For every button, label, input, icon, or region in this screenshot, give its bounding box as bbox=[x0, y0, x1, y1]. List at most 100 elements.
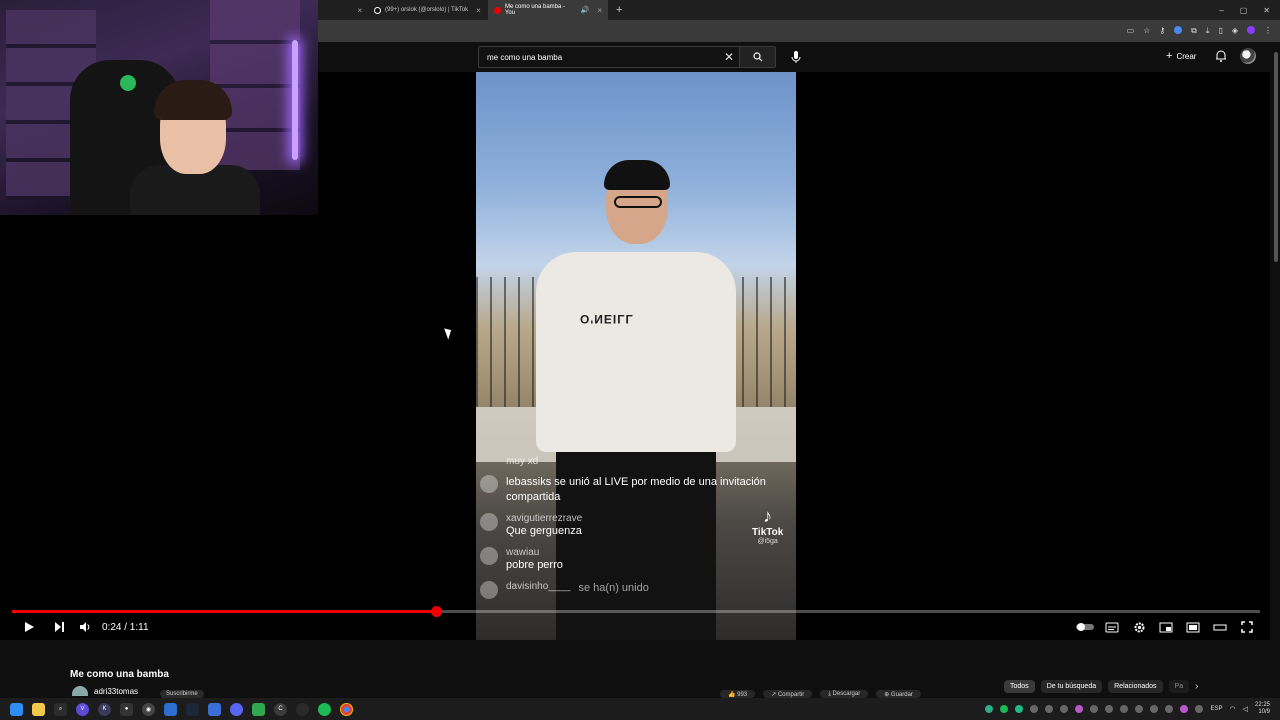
subtitles-icon bbox=[1105, 622, 1119, 632]
key-icon[interactable]: ⚷ bbox=[1159, 26, 1165, 36]
new-tab-button[interactable]: + bbox=[616, 4, 622, 16]
download-icon[interactable]: ⤓ bbox=[1206, 26, 1210, 36]
sticky-notes-icon[interactable] bbox=[32, 702, 45, 716]
chrome-icon[interactable] bbox=[340, 702, 353, 716]
extension-icon[interactable] bbox=[1174, 26, 1183, 34]
volume-button[interactable] bbox=[74, 616, 96, 638]
share-button[interactable]: ↗ Compartir bbox=[763, 690, 813, 698]
tab-tiktok[interactable]: (99+) orslok (@orslolo) | TikTok × bbox=[368, 0, 488, 20]
chip-todos[interactable]: Todos bbox=[1004, 680, 1035, 693]
wide-button[interactable] bbox=[1209, 616, 1231, 638]
clock[interactable]: 22:25 10/9 bbox=[1255, 702, 1270, 716]
tray-spotify-icon[interactable] bbox=[1000, 705, 1009, 713]
chip-from-search[interactable]: De tu búsqueda bbox=[1040, 680, 1103, 693]
page-scrollbar[interactable] bbox=[1272, 42, 1280, 682]
cast-icon[interactable]: ▭ bbox=[1127, 26, 1135, 36]
account-avatar[interactable] bbox=[1240, 48, 1256, 64]
tray-icon[interactable] bbox=[1090, 705, 1099, 713]
save-button[interactable]: ⊕ Guardar bbox=[876, 690, 921, 698]
tray-app-icon[interactable] bbox=[985, 705, 994, 713]
chevron-right-icon[interactable]: › bbox=[1195, 681, 1198, 692]
tray-icon[interactable] bbox=[1120, 705, 1129, 713]
close-window-button[interactable]: ✕ bbox=[1263, 6, 1270, 15]
microphone-icon[interactable] bbox=[790, 50, 802, 64]
app-c-icon[interactable]: C bbox=[274, 702, 287, 716]
tray-icon[interactable] bbox=[1045, 705, 1054, 713]
chip-more[interactable]: Pa bbox=[1168, 680, 1190, 693]
github-icon[interactable] bbox=[296, 702, 309, 716]
channel-row[interactable]: adri33tomas bbox=[72, 686, 138, 696]
discord-icon[interactable] bbox=[230, 702, 243, 716]
next-button[interactable] bbox=[48, 616, 70, 638]
tray-mic-icon[interactable] bbox=[1180, 705, 1189, 713]
obs-icon[interactable]: ◉ bbox=[142, 702, 155, 716]
speaker-tray-icon[interactable]: ◁ bbox=[1243, 705, 1248, 713]
extension-2-icon[interactable]: ◈ bbox=[1232, 26, 1238, 36]
tab-label: Me como una bamba - You bbox=[504, 4, 566, 16]
app-gear-icon[interactable] bbox=[208, 702, 221, 716]
chip-related[interactable]: Relacionados bbox=[1108, 680, 1163, 693]
close-tab-icon[interactable]: × bbox=[357, 6, 362, 15]
channel-name[interactable]: adri33tomas bbox=[94, 687, 138, 696]
tab-youtube[interactable]: Me como una bamba - You 🔊 × bbox=[488, 0, 608, 20]
app-green-icon[interactable] bbox=[252, 702, 265, 716]
steam-icon[interactable] bbox=[186, 702, 199, 716]
tray-chevron-icon[interactable] bbox=[1195, 705, 1204, 713]
tray-icon[interactable] bbox=[1105, 705, 1114, 713]
sidebar-icon[interactable]: ▯ bbox=[1218, 26, 1222, 36]
minimize-button[interactable]: – bbox=[1219, 6, 1223, 15]
watermark-handle: @i5ga bbox=[757, 538, 778, 545]
create-button[interactable]: + Crear bbox=[1166, 50, 1196, 62]
like-button[interactable]: 👍 993 bbox=[720, 690, 756, 698]
tray-icon[interactable] bbox=[1165, 705, 1174, 713]
search-taskbar-icon[interactable]: ⌕ bbox=[54, 702, 67, 716]
menu-icon[interactable]: ⋮ bbox=[1264, 26, 1272, 36]
chair-logo-icon bbox=[120, 75, 136, 91]
clock-date: 10/9 bbox=[1258, 709, 1270, 715]
wifi-icon[interactable]: ◠ bbox=[1229, 705, 1235, 713]
language-indicator[interactable]: ESP bbox=[1210, 706, 1222, 712]
glasses bbox=[614, 196, 662, 208]
profile-icon[interactable] bbox=[1247, 26, 1255, 34]
app-v-icon[interactable]: V bbox=[76, 702, 89, 716]
wide-icon bbox=[1213, 624, 1227, 630]
play-button[interactable] bbox=[18, 616, 40, 638]
speaker-icon[interactable]: 🔊 bbox=[581, 6, 590, 14]
app-recorder-icon[interactable]: ● bbox=[120, 702, 133, 716]
close-tab-icon[interactable]: × bbox=[597, 6, 602, 15]
settings-button[interactable] bbox=[1128, 616, 1150, 638]
app-k-icon[interactable]: K bbox=[98, 702, 111, 716]
channel-avatar[interactable] bbox=[72, 686, 88, 696]
tray-icon[interactable] bbox=[1030, 705, 1039, 713]
clear-search-icon[interactable]: ✕ bbox=[719, 50, 739, 64]
close-tab-icon[interactable]: × bbox=[476, 6, 481, 15]
bookmark-star-icon[interactable]: ☆ bbox=[1143, 26, 1150, 36]
puzzle-icon[interactable]: ⧉ bbox=[1191, 26, 1197, 36]
search-input[interactable]: me como una bamba bbox=[479, 53, 719, 62]
scrollbar-thumb[interactable] bbox=[1274, 52, 1278, 262]
progress-bar[interactable] bbox=[12, 606, 1260, 617]
play-icon bbox=[25, 622, 34, 632]
autoplay-toggle[interactable] bbox=[1074, 616, 1096, 638]
video-actions: 👍 993 ↗ Compartir ⤓ Descargar ⊕ Guardar bbox=[720, 690, 921, 698]
video-frame: O'NEILL muy xd lebassiks se unió al LIVE… bbox=[476, 72, 796, 640]
tray-icon[interactable] bbox=[1150, 705, 1159, 713]
fullscreen-button[interactable] bbox=[1236, 616, 1258, 638]
maximize-button[interactable]: ▢ bbox=[1240, 6, 1248, 15]
windows-start-icon[interactable] bbox=[10, 702, 23, 716]
search-button[interactable] bbox=[739, 47, 775, 67]
spotify-icon[interactable] bbox=[318, 702, 331, 716]
app-blue-icon[interactable] bbox=[164, 702, 177, 716]
tray-icon[interactable] bbox=[1060, 705, 1069, 713]
tray-icon[interactable] bbox=[1135, 705, 1144, 713]
subscribe-button[interactable]: Suscribirme bbox=[160, 690, 204, 698]
tray-nvidia-icon[interactable] bbox=[1015, 705, 1024, 713]
download-button[interactable]: ⤓ Descargar bbox=[820, 690, 869, 698]
tray-icon[interactable] bbox=[1075, 705, 1084, 713]
theater-mode-button[interactable] bbox=[1182, 616, 1204, 638]
miniplayer-button[interactable] bbox=[1155, 616, 1177, 638]
tab-1[interactable]: × bbox=[318, 0, 368, 20]
notifications-bell-icon[interactable] bbox=[1214, 49, 1228, 63]
autoplay-icon bbox=[1076, 623, 1094, 631]
subtitles-button[interactable] bbox=[1101, 616, 1123, 638]
